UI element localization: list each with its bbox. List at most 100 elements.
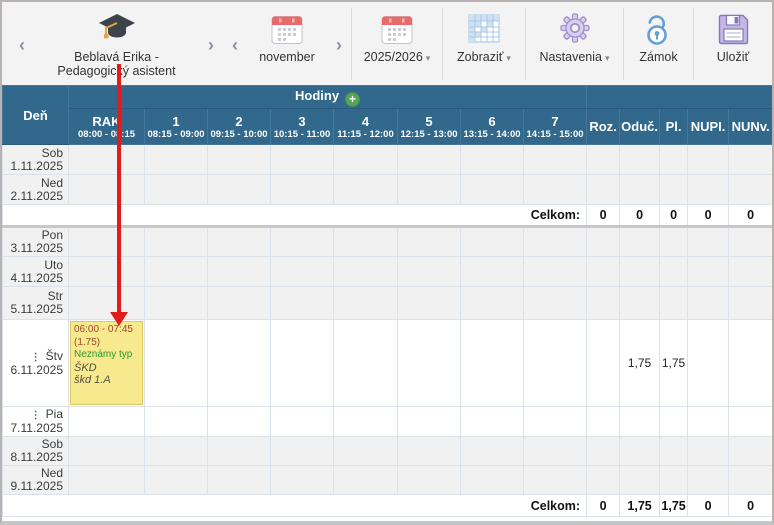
lock-button[interactable]: Zámok [624, 7, 693, 64]
hour-cell[interactable] [398, 320, 461, 407]
hour-cell[interactable] [271, 175, 334, 205]
hour-cell[interactable] [461, 407, 524, 437]
settings-dropdown[interactable]: Nastavenia▾ [526, 7, 623, 64]
view-dropdown[interactable]: Zobraziť▾ [443, 7, 525, 64]
summary-cell [688, 437, 729, 466]
hour-cell[interactable] [461, 227, 524, 257]
hour-cell[interactable] [334, 257, 398, 287]
hour-cell[interactable] [208, 227, 271, 257]
summary-cell [688, 407, 729, 437]
hour-cell[interactable]: 06:00 - 07:45 (1.75) Neznámy typ ŠKD škd… [69, 320, 145, 407]
total-roz: 0 [587, 495, 620, 517]
hour-cell[interactable] [334, 287, 398, 320]
hour-cell[interactable] [334, 407, 398, 437]
hour-cell[interactable] [69, 287, 145, 320]
hour-cell[interactable] [145, 407, 208, 437]
hour-cell[interactable] [398, 437, 461, 466]
hour-cell[interactable] [524, 466, 587, 495]
hour-cell[interactable] [334, 227, 398, 257]
month-prev-button[interactable]: ‹ [223, 7, 247, 56]
celkom-label: Celkom: [3, 205, 587, 227]
hour-cell[interactable] [69, 437, 145, 466]
add-hour-icon[interactable]: + [345, 92, 360, 107]
hour-cell[interactable] [524, 320, 587, 407]
hour-cell[interactable] [398, 175, 461, 205]
hour-cell[interactable] [524, 257, 587, 287]
hour-cell[interactable] [524, 407, 587, 437]
hour-cell[interactable] [208, 437, 271, 466]
hour-cell[interactable] [208, 145, 271, 175]
hour-cell[interactable] [69, 145, 145, 175]
lesson-event-card[interactable]: 06:00 - 07:45 (1.75) Neznámy typ ŠKD škd… [70, 321, 143, 405]
hour-cell[interactable] [69, 175, 145, 205]
hour-cell[interactable] [398, 287, 461, 320]
hour-cell[interactable] [145, 320, 208, 407]
summary-cell [660, 437, 688, 466]
summary-cell [660, 227, 688, 257]
attendance-window: ‹ Beblavá Erika - Pedagogický asistent ›… [0, 0, 774, 525]
hour-cell[interactable] [461, 320, 524, 407]
hour-cell[interactable] [461, 145, 524, 175]
hour-cell[interactable] [271, 145, 334, 175]
hour-cell[interactable] [145, 437, 208, 466]
hour-cell[interactable] [524, 287, 587, 320]
hour-cell[interactable] [208, 287, 271, 320]
hour-cell[interactable] [461, 466, 524, 495]
day-label: ⋮Štv6.11.2025 [3, 320, 69, 407]
day-label: Ned2.11.2025 [3, 175, 69, 205]
hour-cell[interactable] [461, 175, 524, 205]
summary-cell [660, 175, 688, 205]
hour-cell[interactable] [69, 257, 145, 287]
hour-cell[interactable] [271, 320, 334, 407]
hour-cell[interactable] [208, 320, 271, 407]
hour-cell[interactable] [524, 175, 587, 205]
hour-cell[interactable] [334, 466, 398, 495]
hour-cell[interactable] [145, 466, 208, 495]
hour-cell[interactable] [271, 257, 334, 287]
total-nupl: 0 [688, 205, 729, 227]
hour-cell[interactable] [334, 437, 398, 466]
hour-cell[interactable] [69, 466, 145, 495]
hour-cell[interactable] [398, 145, 461, 175]
teacher-next-button[interactable]: › [199, 7, 223, 56]
hour-cell[interactable] [271, 466, 334, 495]
hour-cell[interactable] [334, 320, 398, 407]
hour-cell[interactable] [398, 257, 461, 287]
day-label: Sob8.11.2025 [3, 437, 69, 466]
hour-cell[interactable] [461, 437, 524, 466]
row-menu-icon[interactable]: ⋮ [31, 352, 41, 363]
month-next-button[interactable]: › [327, 7, 351, 56]
hour-cell[interactable] [524, 145, 587, 175]
row-menu-icon[interactable]: ⋮ [31, 410, 41, 421]
hour-cell[interactable] [145, 257, 208, 287]
hour-cell[interactable] [145, 227, 208, 257]
hours-header: Hodiny+ [69, 86, 587, 109]
table-row-sat8: Sob8.11.2025 [3, 437, 773, 466]
hour-cell[interactable] [69, 227, 145, 257]
month-selector[interactable]: november [247, 7, 327, 64]
hour-cell[interactable] [208, 407, 271, 437]
hour-cell[interactable] [334, 145, 398, 175]
hour-cell[interactable] [271, 227, 334, 257]
hour-cell[interactable] [69, 407, 145, 437]
hour-cell[interactable] [271, 437, 334, 466]
hour-cell[interactable] [524, 437, 587, 466]
hour-cell[interactable] [398, 227, 461, 257]
hour-cell[interactable] [208, 175, 271, 205]
hour-cell[interactable] [461, 257, 524, 287]
teacher-prev-button[interactable]: ‹ [10, 7, 34, 56]
hour-cell[interactable] [524, 227, 587, 257]
hour-cell[interactable] [208, 257, 271, 287]
save-button[interactable]: Uložiť [694, 7, 772, 64]
hour-cell[interactable] [398, 466, 461, 495]
schoolyear-dropdown[interactable]: 2025/2026▾ [352, 7, 442, 64]
hour-cell[interactable] [271, 287, 334, 320]
hour-cell[interactable] [145, 145, 208, 175]
hour-cell[interactable] [334, 175, 398, 205]
hour-cell[interactable] [461, 287, 524, 320]
hour-cell[interactable] [145, 175, 208, 205]
hour-cell[interactable] [145, 287, 208, 320]
hour-cell[interactable] [271, 407, 334, 437]
hour-cell[interactable] [398, 407, 461, 437]
hour-cell[interactable] [208, 466, 271, 495]
